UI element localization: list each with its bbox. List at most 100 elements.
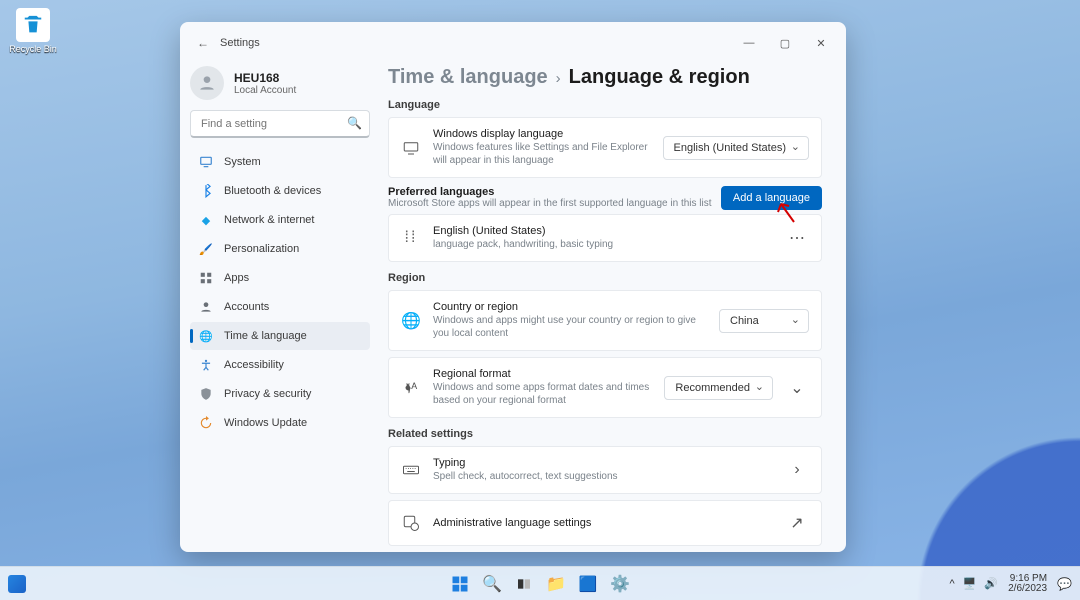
- start-button[interactable]: [447, 571, 473, 597]
- breadcrumb-parent[interactable]: Time & language: [388, 66, 548, 89]
- chevron-up-icon[interactable]: ^: [950, 578, 955, 590]
- sidebar-item-label: Privacy & security: [224, 388, 311, 400]
- card-title: Windows display language: [433, 128, 651, 140]
- sidebar-item-update[interactable]: Windows Update: [190, 409, 370, 437]
- sidebar-item-label: Time & language: [224, 330, 307, 342]
- display-language-card[interactable]: Windows display language Windows feature…: [388, 117, 822, 178]
- chevron-right-icon: ›: [785, 458, 809, 482]
- shield-icon: [199, 387, 213, 401]
- user-panel[interactable]: HEU168 Local Account: [190, 66, 370, 100]
- country-select[interactable]: China: [719, 309, 809, 333]
- notifications-button[interactable]: 💬: [1057, 577, 1072, 591]
- card-sub: Windows features like Settings and File …: [433, 141, 651, 167]
- close-button[interactable]: ✕: [806, 31, 836, 55]
- preferred-languages-header: Preferred languages Microsoft Store apps…: [388, 186, 822, 210]
- sidebar-item-label: Bluetooth & devices: [224, 185, 321, 197]
- avatar: [190, 66, 224, 100]
- sidebar-item-accounts[interactable]: Accounts: [190, 293, 370, 321]
- card-sub: Spell check, autocorrect, text suggestio…: [433, 470, 773, 483]
- search-icon: 🔍: [482, 574, 502, 594]
- sidebar-item-personalization[interactable]: 🖌️Personalization: [190, 235, 370, 263]
- globe-icon: 🌐: [401, 311, 421, 331]
- windows-icon: [451, 575, 469, 593]
- sidebar-item-network[interactable]: ◆Network & internet: [190, 206, 370, 234]
- window-title: Settings: [220, 37, 260, 49]
- installed-language-card[interactable]: ⁞⁞ English (United States) language pack…: [388, 214, 822, 262]
- bluetooth-icon: [199, 184, 213, 198]
- sidebar-item-bluetooth[interactable]: Bluetooth & devices: [190, 177, 370, 205]
- person-icon: [197, 73, 217, 93]
- regional-format-select[interactable]: Recommended: [664, 376, 773, 400]
- minimize-button[interactable]: —: [734, 31, 764, 55]
- sidebar-item-label: Personalization: [224, 243, 299, 255]
- recycle-bin[interactable]: Recycle Bin: [8, 8, 58, 54]
- display-icon: [402, 139, 420, 157]
- edge-button[interactable]: 🟦: [575, 571, 601, 597]
- typing-card[interactable]: Typing Spell check, autocorrect, text su…: [388, 446, 822, 494]
- gear-icon: ⚙️: [610, 574, 630, 594]
- edge-icon: 🟦: [579, 575, 598, 593]
- maximize-button[interactable]: ▢: [770, 31, 800, 55]
- sidebar-item-label: Windows Update: [224, 417, 307, 429]
- clock-time: 9:16 PM: [1008, 574, 1047, 584]
- card-title: Typing: [433, 457, 773, 469]
- region-format-icon: 🖣ᴬ: [405, 380, 417, 396]
- drag-handle-icon[interactable]: ⁞⁞: [405, 229, 418, 247]
- sidebar-item-privacy[interactable]: Privacy & security: [190, 380, 370, 408]
- expand-button[interactable]: ⌄: [785, 376, 809, 400]
- sidebar-item-time-language[interactable]: 🌐Time & language: [190, 322, 370, 350]
- nav: System Bluetooth & devices ◆Network & in…: [190, 148, 370, 437]
- clock-date: 2/6/2023: [1008, 584, 1047, 594]
- section-language: Language: [388, 99, 822, 111]
- taskbar: 🔍 📁 🟦 ⚙️ ^ 🖥️ 🔊 9:16 PM 2/6/2023 💬: [0, 566, 1080, 600]
- search-button[interactable]: 🔍: [479, 571, 505, 597]
- accessibility-icon: [199, 358, 213, 372]
- volume-icon[interactable]: 🔊: [984, 577, 998, 590]
- back-button[interactable]: ←: [190, 30, 216, 56]
- sidebar-item-label: Accounts: [224, 301, 269, 313]
- search-box[interactable]: 🔍: [190, 110, 370, 138]
- regional-format-card[interactable]: 🖣ᴬ Regional format Windows and some apps…: [388, 357, 822, 418]
- display-language-select[interactable]: English (United States): [663, 136, 810, 160]
- settings-window: ← Settings — ▢ ✕ HEU168 Local Account 🔍 …: [180, 22, 846, 552]
- recycle-bin-label: Recycle Bin: [8, 44, 58, 54]
- chevron-right-icon: ›: [556, 70, 561, 87]
- breadcrumb-current: Language & region: [569, 66, 750, 89]
- sidebar-item-accessibility[interactable]: Accessibility: [190, 351, 370, 379]
- admin-language-card[interactable]: Administrative language settings ↗: [388, 500, 822, 546]
- settings-button[interactable]: ⚙️: [607, 571, 633, 597]
- task-view-button[interactable]: [511, 571, 537, 597]
- more-options-button[interactable]: ⋯: [785, 226, 809, 250]
- section-related: Related settings: [388, 428, 822, 440]
- country-region-card[interactable]: 🌐 Country or region Windows and apps mig…: [388, 290, 822, 351]
- task-view-icon: [516, 576, 532, 592]
- admin-icon: [402, 514, 420, 532]
- sidebar-item-system[interactable]: System: [190, 148, 370, 176]
- clock[interactable]: 9:16 PM 2/6/2023: [1008, 574, 1047, 594]
- card-sub: language pack, handwriting, basic typing: [433, 238, 773, 251]
- recycle-bin-icon: [22, 14, 44, 36]
- display-icon: [199, 155, 213, 169]
- user-sub: Local Account: [234, 85, 296, 96]
- card-title: Regional format: [433, 368, 652, 380]
- sidebar-item-label: Network & internet: [224, 214, 314, 226]
- sidebar-item-label: Apps: [224, 272, 249, 284]
- add-language-button[interactable]: Add a language: [721, 186, 822, 210]
- external-link-icon: ↗: [785, 511, 809, 535]
- card-sub: Windows and some apps format dates and t…: [433, 381, 652, 407]
- file-explorer-button[interactable]: 📁: [543, 571, 569, 597]
- card-title: Preferred languages: [388, 186, 717, 198]
- content-area: Time & language › Language & region Lang…: [380, 60, 846, 552]
- search-input[interactable]: [190, 110, 370, 138]
- network-icon[interactable]: 🖥️: [963, 577, 977, 590]
- sidebar-item-apps[interactable]: Apps: [190, 264, 370, 292]
- system-tray[interactable]: ^ 🖥️ 🔊: [950, 577, 999, 590]
- card-title: English (United States): [433, 225, 773, 237]
- widgets-button[interactable]: [8, 575, 26, 593]
- keyboard-icon: [402, 461, 420, 479]
- apps-icon: [199, 271, 213, 285]
- titlebar: ← Settings — ▢ ✕: [180, 22, 846, 60]
- card-title: Country or region: [433, 301, 707, 313]
- card-title: Administrative language settings: [433, 517, 773, 529]
- card-sub: Microsoft Store apps will appear in the …: [388, 198, 717, 209]
